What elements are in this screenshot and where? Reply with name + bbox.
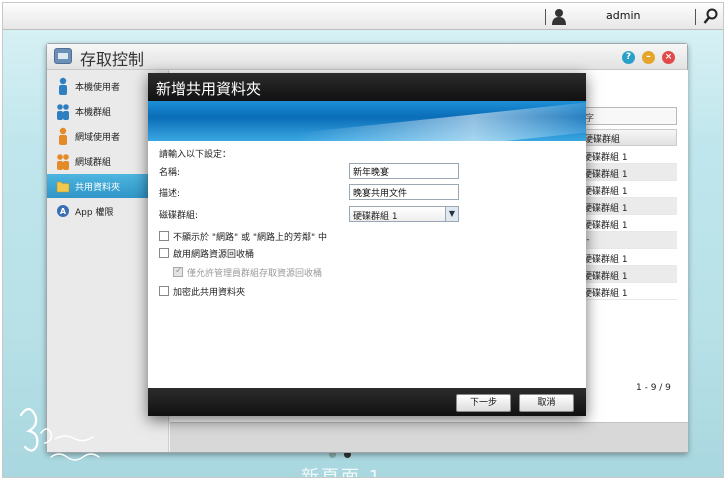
watermark-logo	[19, 407, 100, 461]
sidebar-item-label: 本機使用者	[75, 83, 121, 93]
table-row[interactable]: 硬碟群組 1	[579, 181, 677, 198]
checkbox-label: 僅允許管理員群組存取資源回收桶	[187, 269, 323, 279]
domain-group-icon	[57, 154, 69, 170]
separator	[545, 9, 546, 25]
sidebar-item-label: 本機群組	[75, 108, 112, 118]
sidebar-item-label: 共用資料夾	[75, 183, 121, 193]
dialog-body: 請輸入以下設定： 名稱: 描述: 磁碟群組: 硬碟群組 1 ▼ 不顯示於 "網路…	[148, 141, 586, 388]
content-footer	[170, 422, 688, 452]
name-field[interactable]	[349, 163, 459, 179]
desktop: admin 新頁面 1 存取控制 ? – × 本機使用者 本機群組 網域使用者 …	[2, 2, 724, 478]
checkbox-label: 啟用網路資源回收桶	[173, 250, 255, 260]
window-titlebar[interactable]: 存取控制 ? – ×	[47, 44, 687, 70]
close-button[interactable]: ×	[662, 51, 675, 64]
table-row[interactable]: 硬碟群組 1	[579, 198, 677, 215]
search-icon[interactable]	[703, 8, 719, 25]
user-icon[interactable]	[551, 8, 567, 25]
disk-volume-label: 磁碟群組:	[159, 211, 199, 221]
description-label: 描述:	[159, 189, 181, 199]
table-row[interactable]: 硬碟群組 1	[579, 215, 677, 232]
checkbox-label: 不顯示於 "網路" 或 "網路上的芳鄰" 中	[173, 233, 328, 243]
separator	[695, 9, 696, 25]
description-field[interactable]	[349, 184, 459, 200]
window-title: 存取控制	[80, 50, 145, 69]
checkbox[interactable]	[173, 266, 183, 277]
domain-user-icon	[59, 127, 67, 145]
disk-volume-value: 硬碟群組 1	[353, 212, 398, 222]
group-icon	[57, 104, 69, 120]
dialog-header[interactable]: 新增共用資料夾	[148, 73, 586, 101]
dialog-banner	[148, 101, 586, 141]
app-icon	[54, 48, 72, 64]
checkbox[interactable]	[159, 231, 169, 241]
disk-volume-select[interactable]: 硬碟群組 1 ▼	[349, 206, 459, 222]
chevron-down-icon[interactable]: ▼	[445, 207, 458, 221]
table-row[interactable]: 硬碟群組 1	[579, 266, 677, 283]
minimize-button[interactable]: –	[642, 51, 655, 64]
sidebar-item-label: App 權限	[75, 208, 114, 218]
desktop-caption: 新頁面 1	[301, 467, 383, 478]
username-label[interactable]: admin	[606, 9, 640, 22]
svg-text:A: A	[60, 207, 67, 216]
pagination-info: 1 - 9 / 9	[636, 383, 671, 393]
folder-icon	[56, 181, 70, 193]
next-button[interactable]: 下一步	[456, 394, 511, 412]
column-header-disk-group[interactable]: 硬碟群組	[579, 129, 677, 146]
dialog-footer: 下一步 取消	[148, 388, 586, 416]
user-icon	[59, 77, 67, 95]
help-button[interactable]: ?	[622, 51, 635, 64]
table-row[interactable]: 硬碟群組 1	[579, 249, 677, 266]
table-row[interactable]: --	[579, 232, 677, 249]
checkbox[interactable]	[159, 286, 169, 296]
sidebar-item-label: 網域使用者	[75, 133, 121, 143]
top-bar: admin	[3, 3, 723, 30]
dialog-title: 新增共用資料夾	[156, 80, 262, 98]
dialog-prompt: 請輸入以下設定：	[159, 150, 232, 160]
name-label: 名稱:	[159, 168, 181, 178]
app-privilege-icon: A	[57, 205, 69, 217]
cancel-button[interactable]: 取消	[519, 394, 574, 412]
table-row[interactable]: 硬碟群組 1	[579, 147, 677, 164]
search-input[interactable]: 字	[582, 107, 677, 125]
checkbox[interactable]	[159, 248, 169, 258]
table-row[interactable]: 硬碟群組 1	[579, 164, 677, 181]
create-shared-folder-dialog: 新增共用資料夾 請輸入以下設定： 名稱: 描述: 磁碟群組: 硬碟群組 1 ▼ …	[148, 73, 586, 416]
sidebar-item-label: 網域群組	[75, 158, 112, 168]
checkbox-label: 加密此共用資料夾	[173, 288, 246, 298]
table-row[interactable]: 硬碟群組 1	[579, 283, 677, 300]
